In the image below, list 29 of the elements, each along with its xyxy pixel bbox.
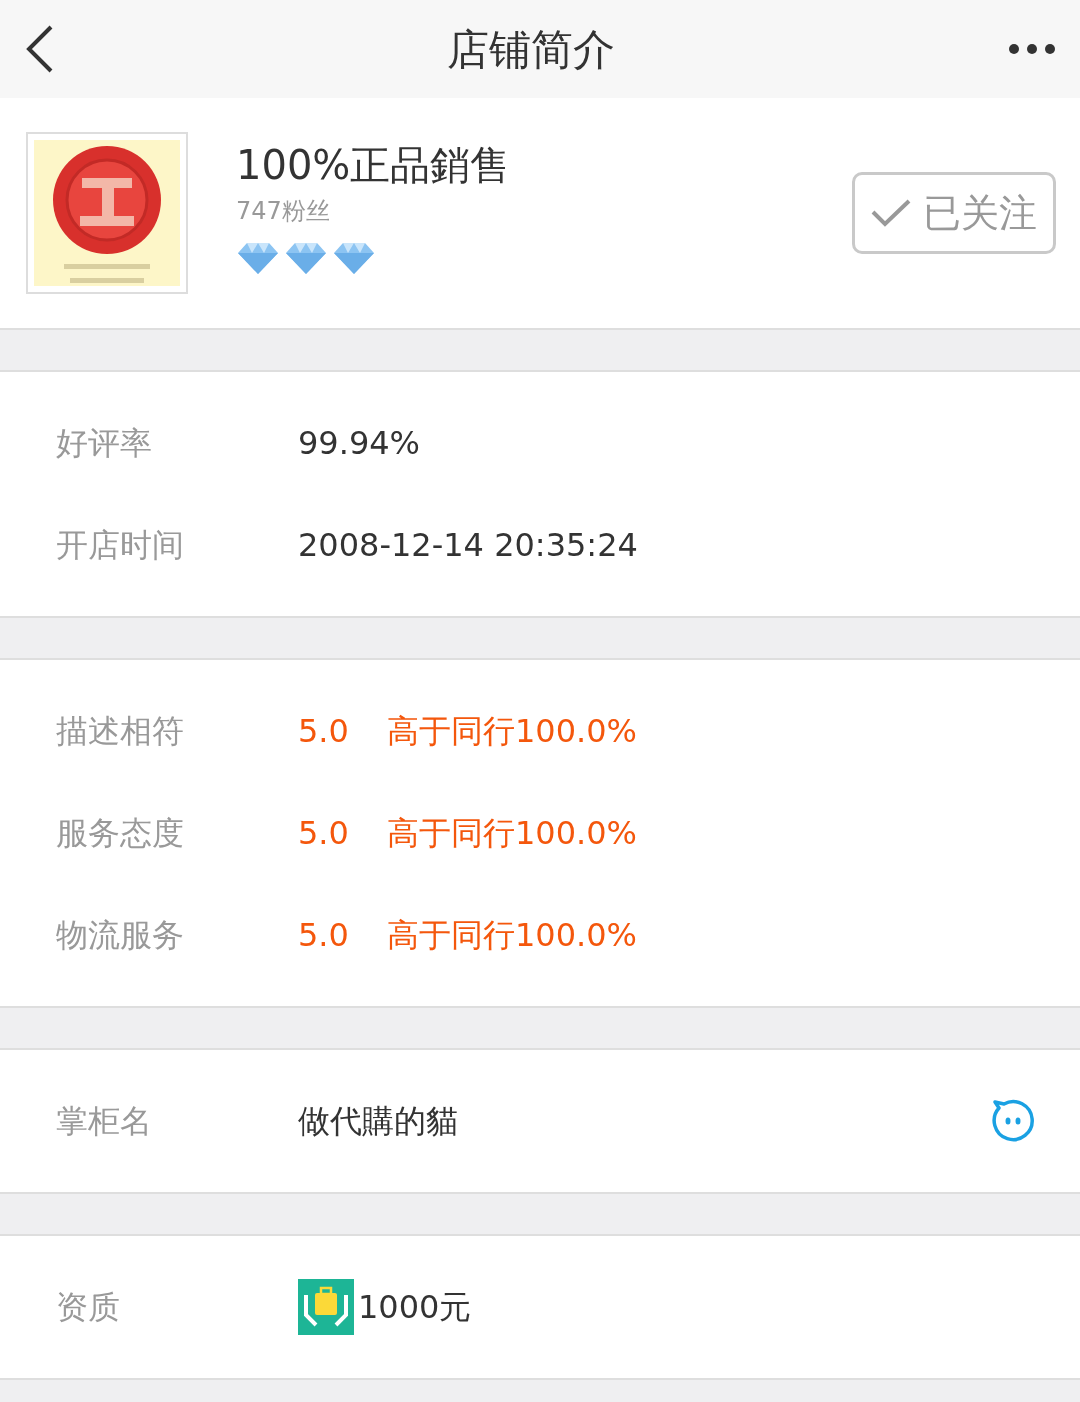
row-label: 描述相符 — [56, 711, 185, 752]
fan-count: 747粉丝 — [236, 196, 331, 227]
row-label: 好评率 — [56, 423, 153, 464]
score-value: 5.0 — [298, 915, 350, 956]
comparison-text: 高于同行100.0% — [387, 711, 637, 752]
score-value: 5.0 — [298, 813, 350, 854]
back-icon[interactable] — [24, 24, 54, 74]
row-value: 1000元 — [358, 1287, 472, 1328]
more-icon[interactable] — [1008, 43, 1056, 55]
row-label: 服务态度 — [56, 813, 185, 854]
diamond-icon — [284, 241, 328, 275]
page-title: 店铺简介 — [447, 23, 615, 76]
row-value: 2008-12-14 20:35:24 — [298, 525, 638, 566]
chat-icon[interactable] — [990, 1099, 1034, 1143]
comparison-text: 高于同行100.0% — [387, 915, 637, 956]
row-label: 掌柜名 — [56, 1101, 153, 1142]
row-label: 物流服务 — [56, 915, 185, 956]
check-icon — [871, 198, 911, 228]
diamond-icon — [332, 241, 376, 275]
comparison-text: 高于同行100.0% — [387, 813, 637, 854]
row-label: 资质 — [56, 1287, 121, 1328]
row-label: 开店时间 — [56, 525, 185, 566]
deposit-icon — [298, 1279, 354, 1335]
score-value: 5.0 — [298, 711, 350, 752]
row-value: 99.94% — [298, 423, 420, 464]
shop-name: 100%正品銷售 — [236, 141, 512, 189]
follow-button[interactable]: 已关注 — [852, 172, 1056, 254]
diamond-icon — [236, 241, 280, 275]
row-value: 做代購的貓 — [298, 1101, 459, 1142]
